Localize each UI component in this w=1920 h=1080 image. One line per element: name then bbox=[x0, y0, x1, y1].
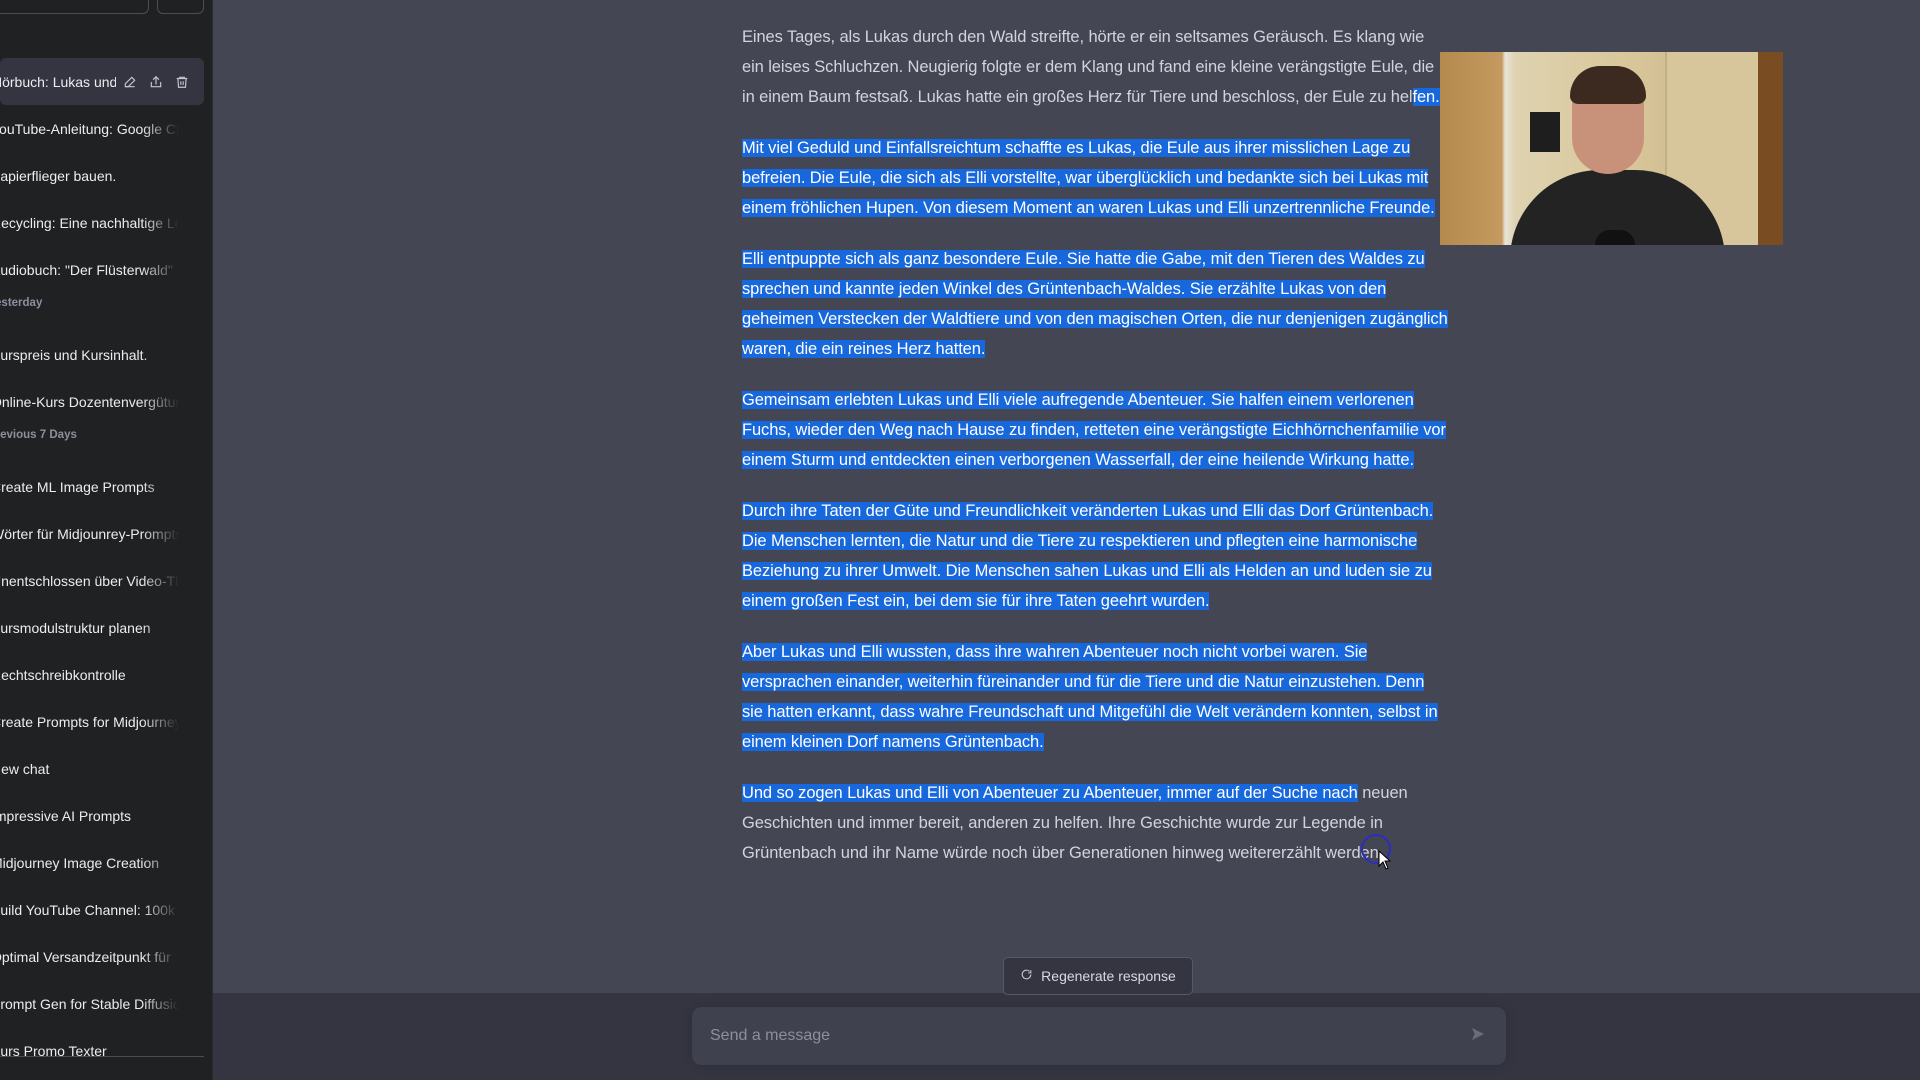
chat-title: New chat bbox=[0, 760, 50, 777]
sidebar-item-active-chat[interactable]: Hörbuch: Lukas und Elli bbox=[0, 58, 204, 105]
sidebar-chat-item[interactable]: Create Prompts for Midjourney bbox=[0, 698, 204, 745]
message-paragraph: Durch ihre Taten der Güte und Freundlich… bbox=[742, 496, 1448, 616]
chat-title: Prompt Gen for Stable Diffusion bbox=[0, 995, 179, 1012]
webcam-background-picture bbox=[1530, 112, 1560, 152]
sidebar-chat-item[interactable]: Midjourney Image Creation bbox=[0, 839, 204, 886]
chat-title: Create Prompts for Midjourney bbox=[0, 713, 179, 730]
chat-title: Build YouTube Channel: 100k bbox=[0, 901, 175, 918]
chat-title: Kurspreis und Kursinhalt. bbox=[0, 346, 148, 363]
webcam-microphone bbox=[1595, 230, 1635, 245]
chat-title: Hörbuch: Lukas und Elli bbox=[0, 73, 116, 90]
sidebar-chat-item[interactable]: Prompt Gen for Stable Diffusion bbox=[0, 980, 204, 1027]
chat-title: Online-Kurs Dozentenvergütung bbox=[0, 393, 179, 410]
selected-text: fen. bbox=[1412, 88, 1440, 106]
sidebar-chat-item[interactable]: Build YouTube Channel: 100k bbox=[0, 886, 204, 933]
sidebar-chat-item[interactable]: YouTube-Anleitung: Google Chrome bbox=[0, 105, 204, 152]
new-chat-button[interactable] bbox=[0, 0, 149, 14]
message-paragraph: Aber Lukas und Elli wussten, dass ihre w… bbox=[742, 637, 1448, 757]
sidebar-chat-item[interactable]: Kurs Promo Texter bbox=[0, 1027, 204, 1074]
selected-text: Aber Lukas und Elli wussten, dass ihre w… bbox=[742, 643, 1438, 751]
message-paragraph: Und so zogen Lukas und Elli von Abenteue… bbox=[742, 778, 1448, 868]
sidebar-chat-item[interactable]: Rechtschreibkontrolle bbox=[0, 651, 204, 698]
chat-title: Rechtschreibkontrolle bbox=[0, 666, 126, 683]
selected-text: Durch ihre Taten der Güte und Freundlich… bbox=[742, 502, 1434, 610]
hide-sidebar-button[interactable] bbox=[157, 0, 204, 14]
sidebar-section-label: Yesterday bbox=[0, 297, 43, 309]
chat-title: Impressive AI Prompts bbox=[0, 807, 132, 824]
delete-icon[interactable] bbox=[174, 74, 190, 90]
refresh-icon bbox=[1020, 968, 1033, 984]
selected-text: Mit viel Geduld und Einfallsreichtum sch… bbox=[742, 139, 1435, 217]
sidebar-chat-item[interactable]: New chat bbox=[0, 745, 204, 792]
sidebar-section-label: Previous 7 Days bbox=[0, 429, 77, 441]
chat-title: Audiobuch: "Der Flüsterwald" bbox=[0, 261, 173, 278]
chat-title: Kurs Promo Texter bbox=[0, 1042, 107, 1059]
message-paragraph: Eines Tages, als Lukas durch den Wald st… bbox=[742, 22, 1448, 112]
message-composer bbox=[692, 1007, 1506, 1065]
sidebar-chat-item[interactable]: Audiobuch: "Der Flüsterwald" bbox=[0, 246, 204, 293]
message-input[interactable] bbox=[708, 1026, 1466, 1046]
selected-text: Und so zogen Lukas und Elli von Abenteue… bbox=[742, 784, 1358, 802]
presenter-webcam-overlay bbox=[1440, 52, 1783, 245]
chat-title: Create ML Image Prompts bbox=[0, 478, 155, 495]
chat-title: Papierflieger bauen. bbox=[0, 167, 117, 184]
sidebar-chat-item[interactable]: Impressive AI Prompts bbox=[0, 792, 204, 839]
webcam-background-frame bbox=[1758, 52, 1783, 245]
sidebar-chat-item[interactable]: Papierflieger bauen. bbox=[0, 152, 204, 199]
assistant-message: Eines Tages, als Lukas durch den Wald st… bbox=[742, 22, 1448, 889]
chat-title: Midjourney Image Creation bbox=[0, 854, 160, 871]
message-paragraph: Elli entpuppte sich als ganz besondere E… bbox=[742, 244, 1448, 364]
edit-icon[interactable] bbox=[122, 74, 138, 90]
chat-title: Recycling: Eine nachhaltige Lösung bbox=[0, 214, 179, 231]
message-paragraph: Gemeinsam erlebten Lukas und Elli viele … bbox=[742, 385, 1448, 475]
chat-title: YouTube-Anleitung: Google Chrome bbox=[0, 120, 179, 137]
paragraph-text: Eines Tages, als Lukas durch den Wald st… bbox=[742, 28, 1435, 106]
chat-title: Wörter für Midjounrey-Prompts bbox=[0, 525, 179, 542]
send-button[interactable] bbox=[1466, 1024, 1490, 1048]
webcam-person-hair bbox=[1570, 66, 1646, 104]
selected-text: Elli entpuppte sich als ganz besondere E… bbox=[742, 250, 1448, 358]
sidebar-chat-item[interactable]: Online-Kurs Dozentenvergütung bbox=[0, 378, 204, 425]
chat-title: Kursmodulstruktur planen bbox=[0, 619, 151, 636]
send-icon bbox=[1470, 1026, 1486, 1047]
selected-text: Gemeinsam erlebten Lukas und Elli viele … bbox=[742, 391, 1446, 469]
sidebar-chat-item[interactable]: Unentschlossen über Video-Thema bbox=[0, 557, 204, 604]
sidebar-chat-item[interactable]: Kursmodulstruktur planen bbox=[0, 604, 204, 651]
message-paragraph: Mit viel Geduld und Einfallsreichtum sch… bbox=[742, 133, 1448, 223]
sidebar: Hörbuch: Lukas und Elli YouTube-Anleitun… bbox=[0, 0, 213, 1080]
regenerate-response-button[interactable]: Regenerate response bbox=[1003, 957, 1193, 995]
chat-title: Unentschlossen über Video-Thema bbox=[0, 572, 179, 589]
sidebar-chat-item[interactable]: Optimal Versandzeitpunkt für bbox=[0, 933, 204, 980]
sidebar-chat-item[interactable]: Kurspreis und Kursinhalt. bbox=[0, 331, 204, 378]
sidebar-chat-item[interactable]: Recycling: Eine nachhaltige Lösung bbox=[0, 199, 204, 246]
sidebar-chat-item[interactable]: Create ML Image Prompts bbox=[0, 463, 204, 510]
sidebar-chat-item[interactable]: Wörter für Midjounrey-Prompts bbox=[0, 510, 204, 557]
mouse-cursor-icon bbox=[1378, 849, 1392, 870]
share-icon[interactable] bbox=[148, 74, 164, 90]
regenerate-label: Regenerate response bbox=[1041, 968, 1176, 984]
chat-title: Optimal Versandzeitpunkt für bbox=[0, 948, 171, 965]
